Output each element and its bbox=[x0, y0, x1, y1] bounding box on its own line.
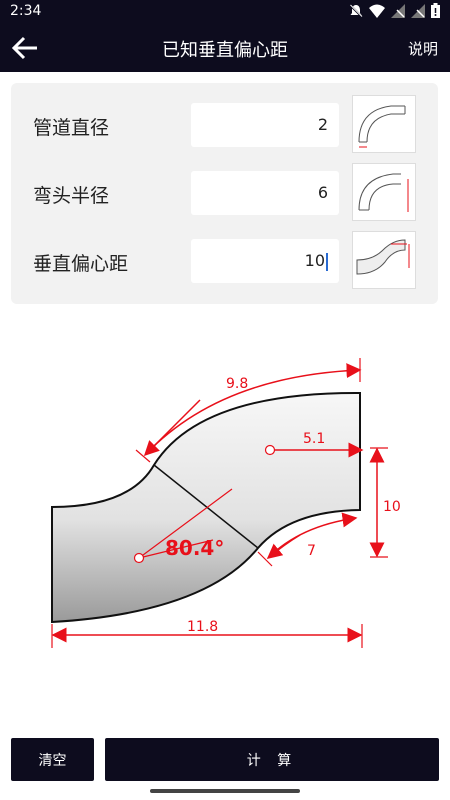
lower-arc-label: 7 bbox=[307, 543, 316, 559]
status-icons bbox=[349, 3, 440, 18]
elbow-radius-label: 弯头半径 bbox=[33, 185, 110, 207]
clear-button[interactable]: 清空 bbox=[11, 738, 94, 781]
gesture-handle[interactable] bbox=[150, 789, 300, 793]
signal-icon bbox=[391, 3, 405, 18]
elbow-radius-input[interactable]: 6 bbox=[191, 171, 339, 215]
vertical-offset-label: 垂直偏心距 bbox=[33, 253, 129, 275]
app-bar: 已知垂直偏心距 说明 bbox=[0, 24, 450, 72]
elbow-radius-diagram bbox=[352, 163, 416, 221]
status-time: 2:34 bbox=[10, 3, 42, 19]
bottom-length-label: 11.8 bbox=[187, 619, 218, 635]
offset-diagram: 80.4° 9.8 5.1 10 7 11.8 bbox=[0, 330, 450, 690]
vertical-offset-label: 10 bbox=[383, 499, 401, 515]
page-title: 已知垂直偏心距 bbox=[162, 40, 288, 61]
help-button[interactable]: 说明 bbox=[408, 38, 438, 59]
status-bar: 2:34 bbox=[0, 0, 450, 24]
input-form: 管道直径 2 弯头半径 6 垂直偏心距 10 bbox=[11, 83, 438, 304]
angle-label: 80.4° bbox=[165, 536, 224, 560]
vertical-offset-input[interactable]: 10 bbox=[191, 239, 339, 283]
horizontal-offset-label: 5.1 bbox=[303, 431, 325, 447]
pipe-body bbox=[51, 391, 361, 624]
offset-center-point bbox=[264, 444, 276, 456]
angle-center-point bbox=[133, 552, 145, 564]
pipe-diameter-label: 管道直径 bbox=[33, 117, 110, 139]
form-row-elbow-radius: 弯头半径 6 bbox=[11, 163, 438, 223]
top-length-label: 9.8 bbox=[226, 376, 248, 392]
calculate-button[interactable]: 计 算 bbox=[105, 738, 439, 781]
form-row-vertical-offset: 垂直偏心距 10 bbox=[11, 231, 438, 291]
text-caret bbox=[326, 252, 328, 271]
pipe-diameter-input[interactable]: 2 bbox=[191, 103, 339, 147]
notifications-off-icon bbox=[349, 3, 363, 18]
wifi-icon bbox=[369, 4, 385, 18]
vertical-offset-diagram bbox=[352, 231, 416, 289]
pipe-diameter-diagram bbox=[352, 95, 416, 153]
form-row-pipe-diameter: 管道直径 2 bbox=[11, 95, 438, 155]
battery-icon bbox=[431, 3, 440, 18]
signal-icon-2 bbox=[411, 3, 425, 18]
